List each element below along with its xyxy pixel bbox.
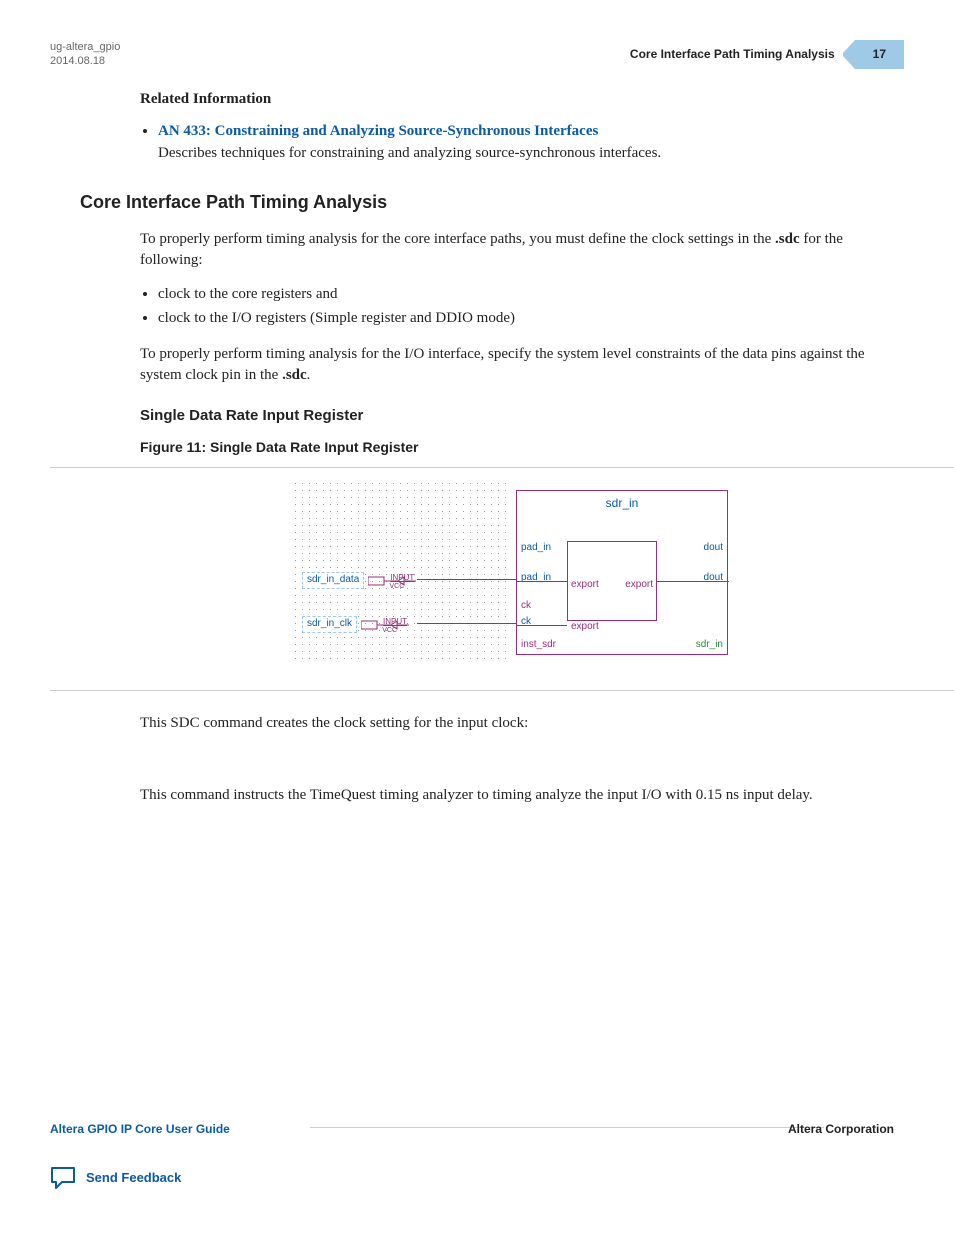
block-title: sdr_in (517, 491, 727, 512)
inner-block: export export export (567, 541, 657, 621)
sdr-in-block: sdr_in pad_in pad_in ck ck dout dout exp… (516, 490, 728, 655)
page-header: ug-altera_gpio 2014.08.18 Core Interface… (50, 40, 904, 69)
wire (417, 623, 516, 624)
port-ck-inner-label: ck (521, 599, 531, 614)
related-info-item: AN 433: Constraining and Analyzing Sourc… (158, 121, 884, 165)
figure-caption: Figure 11: Single Data Rate Input Regist… (140, 437, 884, 457)
related-info-link[interactable]: AN 433: Constraining and Analyzing Sourc… (158, 123, 598, 139)
footer-guide-link[interactable]: Altera GPIO IP Core User Guide (50, 1121, 230, 1138)
subsection-heading: Single Data Rate Input Register (140, 405, 884, 427)
figure-frame: sdr_in_data INPUT VCC sdr_in_clk (50, 467, 954, 691)
footer-corp: Altera Corporation (788, 1121, 904, 1138)
port-export: export (571, 620, 599, 635)
pin-data-label: sdr_in_data (302, 572, 364, 589)
para2-pre: To properly perform timing analysis for … (140, 346, 865, 384)
post-fig-p1: This SDC command creates the clock setti… (140, 713, 884, 735)
vcc-label: VCC (382, 626, 397, 636)
intro-paragraph: To properly perform timing analysis for … (140, 229, 884, 273)
header-right: Core Interface Path Timing Analysis 17 (630, 40, 904, 69)
port-dout-outer: dout (704, 541, 723, 556)
doc-id: ug-altera_gpio (50, 40, 120, 54)
post-fig-p2: This command instructs the TimeQuest tim… (140, 785, 884, 807)
port-pad-in-inner-label: pad_in (521, 571, 551, 586)
header-section-title: Core Interface Path Timing Analysis (630, 46, 835, 63)
pin-symbol-icon: INPUT VCC (361, 618, 409, 632)
inst-label: inst_sdr (521, 638, 556, 653)
send-feedback-link[interactable]: Send Feedback (50, 1166, 904, 1190)
intro-pre: To properly perform timing analysis for … (140, 231, 775, 247)
port-dout-inner-label: dout (704, 571, 723, 586)
doc-date: 2014.08.18 (50, 54, 120, 68)
inst-type: sdr_in (696, 638, 723, 653)
para2: To properly perform timing analysis for … (140, 344, 884, 388)
port-export: export (571, 578, 599, 593)
wire (517, 581, 567, 582)
section-heading: Core Interface Path Timing Analysis (80, 189, 884, 215)
port-export: export (625, 578, 653, 593)
para2-post: . (307, 367, 311, 383)
content-area: Related Information AN 433: Constraining… (50, 89, 904, 806)
list-item: clock to the I/O registers (Simple regis… (158, 308, 884, 330)
pin-clk-label: sdr_in_clk (302, 616, 357, 633)
pin-symbol-icon: INPUT VCC (368, 574, 416, 588)
wire (517, 625, 567, 626)
doc-meta: ug-altera_gpio 2014.08.18 (50, 40, 120, 69)
port-ck-outer: ck (521, 615, 531, 630)
diagram: sdr_in_data INPUT VCC sdr_in_clk (292, 480, 732, 670)
feedback-icon (50, 1166, 76, 1190)
clock-bullet-list: clock to the core registers and clock to… (140, 284, 884, 330)
related-info-list: AN 433: Constraining and Analyzing Sourc… (140, 121, 884, 165)
related-info-desc: Describes techniques for constraining an… (158, 145, 661, 161)
wire (417, 579, 516, 580)
wire (657, 581, 729, 582)
page-footer: Altera GPIO IP Core User Guide Altera Co… (50, 1127, 904, 1190)
pin-data-row: sdr_in_data INPUT VCC (302, 572, 416, 589)
vcc-label: VCC (389, 582, 404, 592)
pin-clk-row: sdr_in_clk INPUT VCC (302, 616, 409, 633)
feedback-label: Send Feedback (86, 1169, 181, 1188)
port-pad-in-outer: pad_in (521, 541, 551, 556)
page-number-badge: 17 (855, 40, 904, 69)
para2-bold: .sdc (282, 367, 307, 383)
intro-bold: .sdc (775, 231, 800, 247)
related-info-heading: Related Information (140, 89, 884, 111)
list-item: clock to the core registers and (158, 284, 884, 306)
